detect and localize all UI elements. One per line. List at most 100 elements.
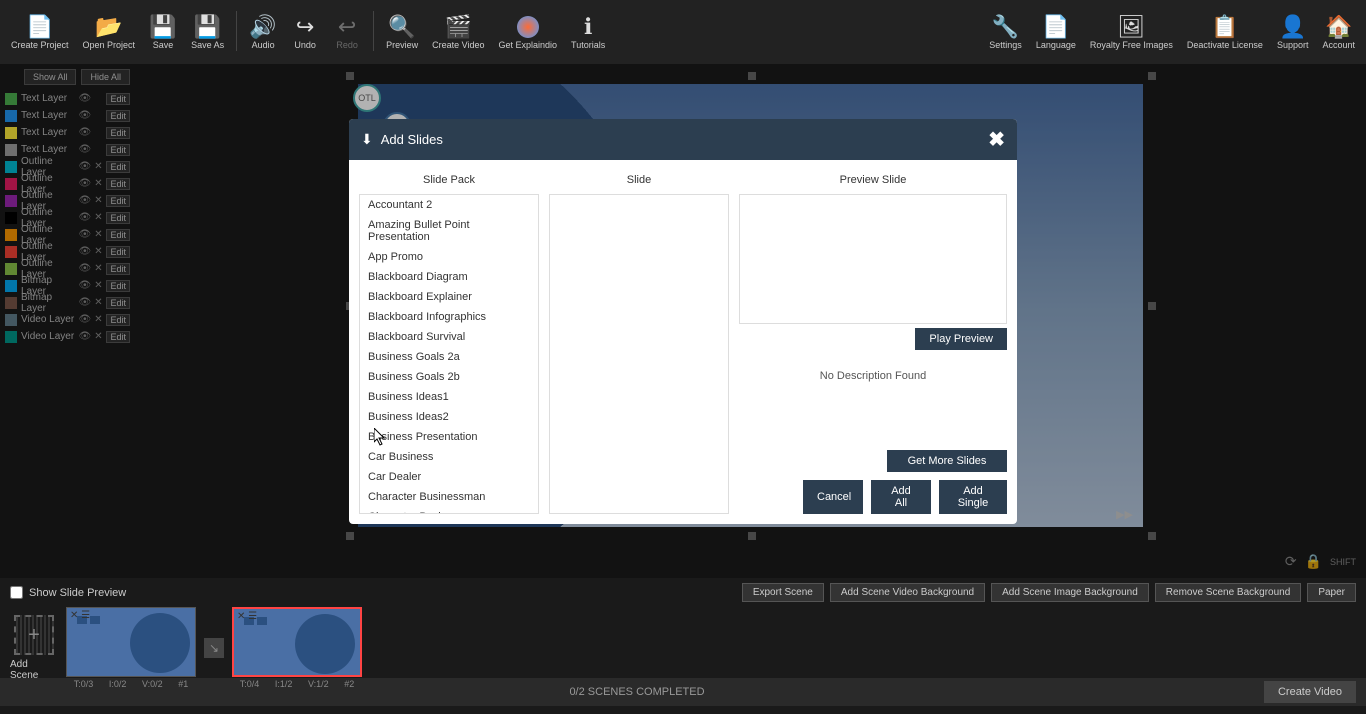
redo-button-icon: ↩: [338, 13, 356, 41]
close-icon[interactable]: ✖: [988, 127, 1005, 152]
slide-pack-item[interactable]: Blackboard Survival: [360, 327, 538, 347]
language-button[interactable]: 📄Language: [1030, 11, 1082, 53]
tutorials-button-label: Tutorials: [571, 41, 605, 51]
slide-pack-item[interactable]: Amazing Bullet Point Presentation: [360, 215, 538, 247]
royalty-free-images-button[interactable]: 🖼Royalty Free Images: [1084, 11, 1179, 53]
open-project-button-label: Open Project: [83, 41, 136, 51]
cancel-button[interactable]: Cancel: [803, 480, 863, 514]
slide-list[interactable]: [549, 194, 729, 514]
toolbar-separator: [236, 11, 237, 51]
slide-pack-item[interactable]: Business Goals 2a: [360, 347, 538, 367]
add-scene-button[interactable]: + Add Scene: [10, 615, 58, 681]
scene-thumbnail[interactable]: ✕ ☰: [66, 607, 196, 677]
scene-close-icon[interactable]: ✕ ☰: [237, 611, 257, 622]
create-project-button[interactable]: 📄Create Project: [5, 11, 75, 53]
language-button-label: Language: [1036, 41, 1076, 51]
add-scene-image-bg-button[interactable]: Add Scene Image Background: [991, 583, 1149, 602]
slide-pack-item[interactable]: Character Businessman: [360, 487, 538, 507]
slide-pack-item[interactable]: Car Business: [360, 447, 538, 467]
save-as-button[interactable]: 💾Save As: [185, 11, 230, 53]
save-button[interactable]: 💾Save: [143, 11, 183, 53]
settings-button[interactable]: 🔧Settings: [983, 11, 1028, 53]
settings-button-icon: 🔧: [992, 13, 1019, 41]
language-button-icon: 📄: [1042, 13, 1069, 41]
modal-title: Add Slides: [381, 132, 989, 147]
scene-info-item: I:0/2: [109, 679, 127, 689]
create-project-button-icon: 📄: [26, 13, 53, 41]
scene-info-item: #2: [344, 679, 354, 689]
support-button[interactable]: 👤Support: [1271, 11, 1315, 53]
toolbar-separator: [373, 11, 374, 51]
remove-scene-bg-button[interactable]: Remove Scene Background: [1155, 583, 1302, 602]
account-button-icon: 🏠: [1325, 13, 1352, 41]
add-all-button[interactable]: Add All: [871, 480, 931, 514]
get-explaindio-button-icon: [517, 13, 539, 41]
slide-pack-item[interactable]: Business Presentation: [360, 427, 538, 447]
get-more-slides-button[interactable]: Get More Slides: [887, 450, 1007, 472]
save-button-label: Save: [153, 41, 174, 51]
settings-button-label: Settings: [989, 41, 1022, 51]
slide-pack-item[interactable]: Business Ideas2: [360, 407, 538, 427]
add-single-button[interactable]: Add Single: [939, 480, 1007, 514]
slide-pack-item[interactable]: Car Dealer: [360, 467, 538, 487]
scene-thumbnail[interactable]: ✕ ☰: [232, 607, 362, 677]
deactivate-license-button-icon: 📋: [1211, 13, 1238, 41]
add-scene-icon: +: [14, 615, 54, 655]
support-button-icon: 👤: [1279, 13, 1306, 41]
slide-pack-item[interactable]: Business Goals 2b: [360, 367, 538, 387]
slide-pack-item[interactable]: Business Ideas1: [360, 387, 538, 407]
slide-pack-item[interactable]: App Promo: [360, 247, 538, 267]
royalty-free-images-button-icon: 🖼: [1117, 13, 1145, 41]
save-button-icon: 💾: [149, 13, 176, 41]
deactivate-license-button[interactable]: 📋Deactivate License: [1181, 11, 1269, 53]
scene-info-item: T:0/3: [74, 679, 94, 689]
create-video-bottom-button[interactable]: Create Video: [1264, 681, 1356, 703]
preview-slide-header: Preview Slide: [739, 170, 1007, 194]
slide-pack-item[interactable]: Character Businesswoman: [360, 507, 538, 514]
get-explaindio-button-label: Get Explaindio: [498, 41, 557, 51]
scene-transition-button[interactable]: ↘: [204, 638, 224, 658]
show-slide-preview-checkbox[interactable]: [10, 586, 23, 599]
open-project-button[interactable]: 📂Open Project: [77, 11, 142, 53]
scene-info-item: #1: [178, 679, 188, 689]
status-text: 0/2 SCENES COMPLETED: [569, 686, 704, 698]
slide-pack-item[interactable]: Blackboard Diagram: [360, 267, 538, 287]
slide-pack-header: Slide Pack: [359, 170, 539, 194]
create-project-button-label: Create Project: [11, 41, 69, 51]
preview-button-icon: 🔍: [388, 13, 415, 41]
show-slide-preview-label: Show Slide Preview: [29, 587, 742, 599]
create-video-button[interactable]: 🎬Create Video: [426, 11, 490, 53]
play-preview-button[interactable]: Play Preview: [915, 328, 1007, 350]
slide-header: Slide: [549, 170, 729, 194]
audio-button-label: Audio: [252, 41, 275, 51]
scene-section: Show Slide Preview Export Scene Add Scen…: [0, 578, 1366, 678]
add-slides-modal: ⬇ Add Slides ✖ Slide Pack Accountant 2Am…: [349, 119, 1017, 524]
download-icon: ⬇: [361, 131, 373, 148]
add-scene-video-bg-button[interactable]: Add Scene Video Background: [830, 583, 985, 602]
redo-button-label: Redo: [336, 41, 358, 51]
account-button-label: Account: [1322, 41, 1355, 51]
paper-button[interactable]: Paper: [1307, 583, 1356, 602]
redo-button[interactable]: ↩Redo: [327, 11, 367, 53]
scene-info-item: V:0/2: [142, 679, 163, 689]
slide-pack-item[interactable]: Blackboard Explainer: [360, 287, 538, 307]
scene-info-item: I:1/2: [275, 679, 293, 689]
slide-pack-list[interactable]: Accountant 2Amazing Bullet Point Present…: [359, 194, 539, 514]
account-button[interactable]: 🏠Account: [1316, 11, 1361, 53]
audio-button[interactable]: 🔊Audio: [243, 11, 283, 53]
slide-pack-item[interactable]: Blackboard Infographics: [360, 307, 538, 327]
scene-close-icon[interactable]: ✕ ☰: [70, 610, 90, 621]
tutorials-button[interactable]: ℹTutorials: [565, 11, 611, 53]
undo-button[interactable]: ↪Undo: [285, 11, 325, 53]
preview-description: No Description Found: [739, 350, 1007, 402]
get-explaindio-button[interactable]: Get Explaindio: [492, 11, 563, 53]
main-area: Show All Hide All Text Layer👁EditText La…: [0, 64, 1366, 578]
slide-pack-item[interactable]: Accountant 2: [360, 195, 538, 215]
top-toolbar: 📄Create Project📂Open Project💾Save💾Save A…: [0, 0, 1366, 64]
preview-button[interactable]: 🔍Preview: [380, 11, 424, 53]
export-scene-button[interactable]: Export Scene: [742, 583, 824, 602]
undo-button-icon: ↪: [296, 13, 314, 41]
scene-info-item: T:0/4: [240, 679, 260, 689]
create-video-button-icon: 🎬: [445, 13, 472, 41]
audio-button-icon: 🔊: [249, 13, 276, 41]
